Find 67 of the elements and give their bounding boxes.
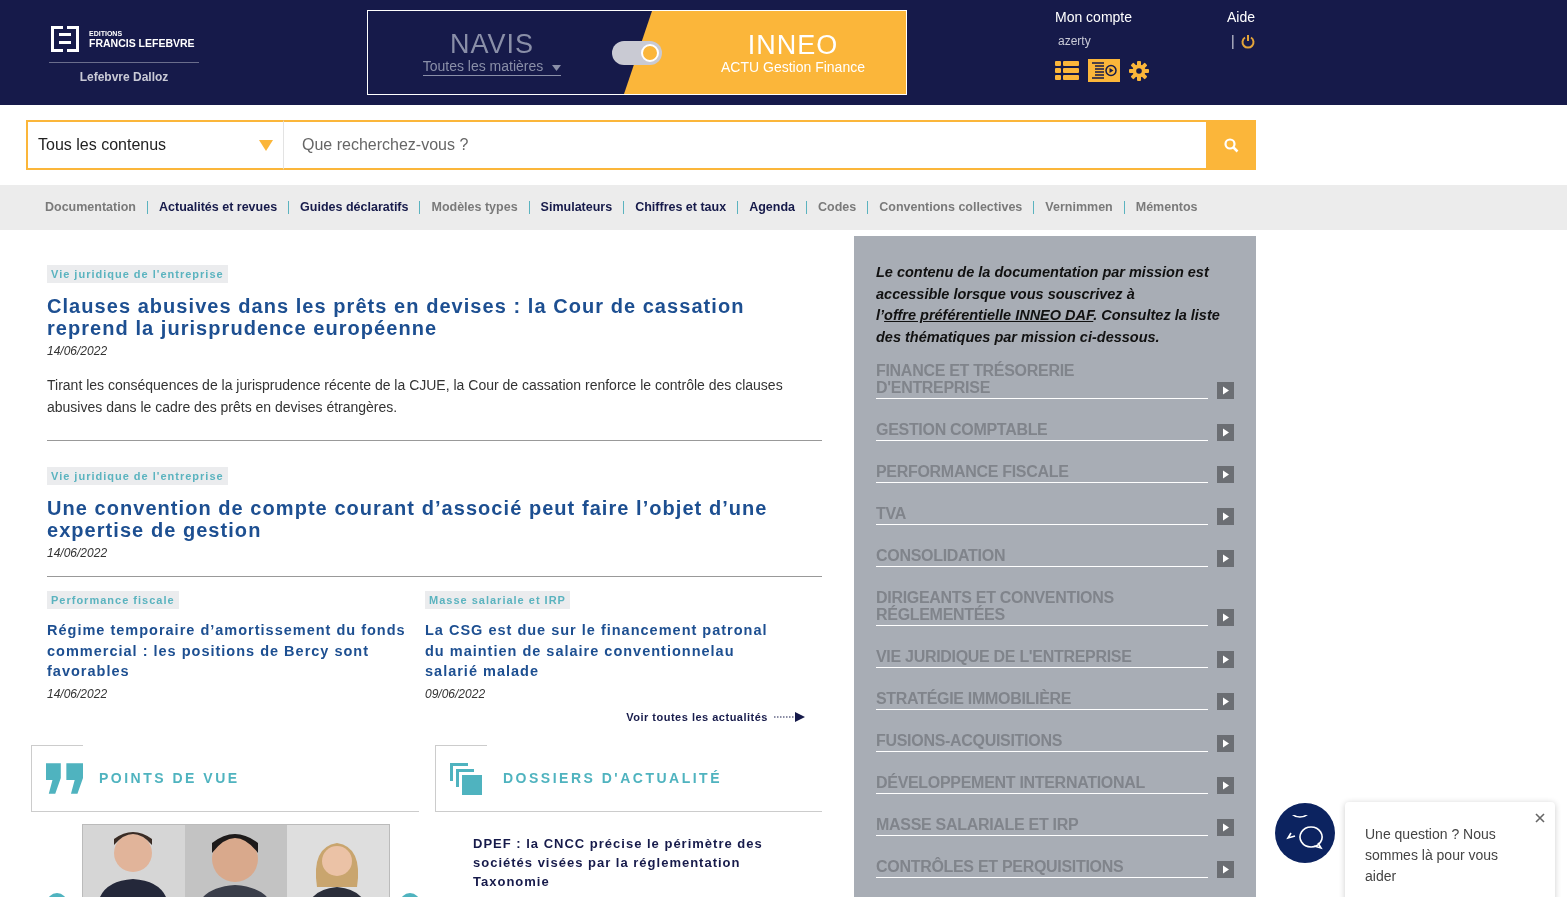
separator-mark: | [1231, 33, 1235, 49]
play-icon[interactable] [1217, 508, 1234, 525]
nav-link[interactable]: Documentation [45, 201, 147, 214]
play-icon[interactable] [1217, 609, 1234, 626]
chat-icon [1286, 815, 1324, 851]
article-title[interactable]: La CSG est due sur le financement patronal du maintien de salaire conventionnelau salarié malade [425, 620, 785, 682]
logo-title: FRANCIS LEFEBVRE [89, 36, 195, 49]
scope-dropdown[interactable]: Tous les contenus [26, 120, 284, 170]
article-date: 14/06/2022 [47, 344, 108, 358]
logo-tagline: Lefebvre Dalloz [79, 70, 169, 84]
topic-tag[interactable]: Performance fiscale [47, 591, 179, 609]
nav-link[interactable]: Codes [806, 201, 868, 214]
user-name: azerty [1058, 34, 1092, 48]
nav-link[interactable]: Actualités et revues [147, 201, 289, 214]
mission-intro: Le contenu de la documentation par mission est accessible lorsque vous souscrivez à l’offre préférentielle INNEO DAF. Consultez la liste des thématiques par mission ci-dessous. [876, 263, 1221, 347]
documents-icon [450, 762, 482, 795]
play-icon[interactable] [1217, 693, 1234, 710]
search-icon [1223, 137, 1239, 153]
product-tab[interactable]: NAVIS Toutes les matières [416, 29, 568, 76]
caret-icon [259, 139, 273, 151]
play-icon[interactable] [1217, 382, 1234, 399]
topic-tag[interactable]: Masse salariale et IRP [425, 591, 570, 609]
dossier-link[interactable]: DPEF : la CNCC précise le périmètre des sociétés visées par la réglementation Taxonomie [473, 833, 803, 891]
article-title[interactable]: Régime temporaire d’amortissement du fonds commercial : les positions de Bercy sont favorables [47, 620, 407, 682]
nav-link[interactable]: Chiffres et taux [623, 201, 738, 214]
help-link[interactable]: Aide [1227, 9, 1256, 25]
play-icon[interactable] [1217, 424, 1234, 441]
topic-tag[interactable]: Vie juridique de l'entreprise [47, 265, 228, 283]
article-summary: Tirant les conséquences de la jurisprudence récente de la CJUE, la Cour de cassation renforce le contrôle des clauses abusives dans le cadre des prêts en devises étrangères. [47, 376, 784, 417]
play-icon[interactable] [1217, 861, 1234, 878]
account-link[interactable]: Mon compte [1055, 9, 1227, 25]
quote-icon [46, 762, 83, 795]
list-icon[interactable] [1055, 61, 1079, 80]
article-date: 09/06/2022 [425, 686, 486, 701]
nav-link[interactable]: Modèles types [419, 201, 529, 214]
play-icon[interactable] [1217, 466, 1234, 483]
offer-link[interactable]: offre préférentielle INNEO DAF [884, 307, 1094, 323]
nav-link[interactable]: Conventions collectives [867, 201, 1034, 214]
settings-icon[interactable] [1129, 60, 1149, 81]
toggle-switch[interactable] [612, 40, 662, 65]
nav-link[interactable]: Vernimmen [1033, 201, 1124, 214]
logo-icon [49, 24, 81, 54]
play-icon[interactable] [1217, 735, 1234, 752]
chat-message: Une question ? Nous sommes là pour vous aider [1365, 825, 1500, 886]
see-all-link[interactable]: Voir toutes les actualités [626, 710, 768, 723]
section-title: POINTS DE VUE [99, 769, 240, 786]
nav-link[interactable]: Agenda [737, 201, 806, 214]
play-icon[interactable] [1217, 651, 1234, 668]
nav-link[interactable]: Simulateurs [528, 201, 624, 214]
power-icon[interactable] [1240, 33, 1255, 49]
article-title[interactable]: Une convention de compte courant d’associé peut faire l’objet d’une expertise de gestion [47, 497, 792, 541]
document-play-icon[interactable] [1088, 59, 1120, 82]
chat-button[interactable] [1275, 803, 1335, 863]
search-field[interactable]: Que recherchez-vous ? [284, 120, 1206, 170]
arrow-icon [774, 711, 805, 722]
topic-tag[interactable]: Vie juridique de l'entreprise [47, 467, 228, 485]
article-title[interactable]: Clauses abusives dans les prêts en devises : la Cour de cassation reprend la jurisprudence européenne [47, 295, 792, 339]
play-icon[interactable] [1217, 777, 1234, 794]
article-date: 14/06/2022 [47, 686, 108, 701]
close-icon[interactable] [1535, 813, 1545, 823]
caret-icon [552, 65, 562, 71]
article-date: 14/06/2022 [47, 546, 108, 560]
section-title: DOSSIERS D'ACTUALITÉ [503, 769, 722, 786]
play-icon[interactable] [1217, 819, 1234, 836]
play-icon[interactable] [1217, 550, 1234, 567]
nav-link[interactable]: Mémentos [1123, 201, 1209, 214]
nav-link[interactable]: Guides déclaratifs [288, 201, 420, 214]
